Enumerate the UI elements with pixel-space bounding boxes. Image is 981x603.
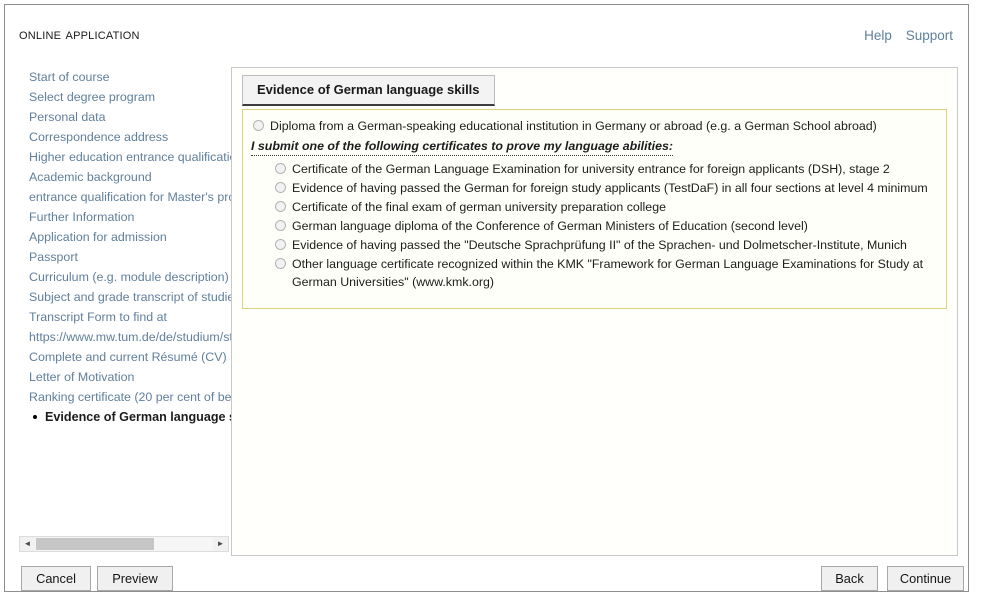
sidebar-item-label: Complete and current Résumé (CV) xyxy=(29,350,227,364)
sidebar-item-3[interactable]: Correspondence address xyxy=(19,127,231,147)
scroll-left-arrow-icon[interactable]: ◄ xyxy=(20,537,35,551)
radio-button-icon[interactable] xyxy=(275,220,286,231)
sidebar-item-label: https://www.mw.tum.de/de/studium/studien… xyxy=(29,330,231,344)
sidebar-item-label: Correspondence address xyxy=(29,130,169,144)
page-header: Online Application Help Support xyxy=(5,5,968,53)
sidebar-nav[interactable]: Start of course Select degree program Pers… xyxy=(19,67,231,529)
sidebar-item-label: Ranking certificate (20 per cent of best… xyxy=(29,390,231,404)
option-label: Diploma from a German-speaking education… xyxy=(270,119,877,133)
sidebar-item-12[interactable]: Transcript Form to find at xyxy=(19,307,231,327)
sidebar-item-11[interactable]: Subject and grade transcript of studies xyxy=(19,287,231,307)
sidebar-item-2[interactable]: Personal data xyxy=(19,107,231,127)
sidebar-item-9[interactable]: Passport xyxy=(19,247,231,267)
certificate-option-row-0[interactable]: Certificate of the German Language Exami… xyxy=(251,160,938,178)
sidebar-item-1[interactable]: Select degree program xyxy=(19,87,231,107)
scroll-right-arrow-icon[interactable]: ► xyxy=(213,537,228,551)
sidebar-item-13[interactable]: https://www.mw.tum.de/de/studium/studien… xyxy=(19,327,231,347)
current-item-bullet-icon xyxy=(33,415,37,419)
certificate-option-row-1[interactable]: Evidence of having passed the German for… xyxy=(251,179,938,197)
sidebar-item-label: Further Information xyxy=(29,210,135,224)
certificate-option-row-5[interactable]: Other language certificate recognized wi… xyxy=(251,255,938,291)
sidebar-item-label: Passport xyxy=(29,250,78,264)
preview-button[interactable]: Preview xyxy=(97,566,173,591)
help-link[interactable]: Help xyxy=(864,28,892,43)
sidebar-item-label: Higher education entrance qualification xyxy=(29,150,231,164)
back-button[interactable]: Back xyxy=(821,566,878,591)
sidebar-item-label: Evidence of German language skills xyxy=(45,410,231,424)
sidebar-item-label: Academic background xyxy=(29,170,152,184)
radio-button-icon[interactable] xyxy=(275,239,286,250)
sidebar-item-label: Subject and grade transcript of studies xyxy=(29,290,231,304)
support-link[interactable]: Support xyxy=(906,28,953,43)
sidebar-item-10[interactable]: Curriculum (e.g. module description) xyxy=(19,267,231,287)
language-evidence-fieldset: Diploma from a German-speaking education… xyxy=(242,109,947,309)
certificate-option-label: Evidence of having passed the German for… xyxy=(292,181,928,195)
sidebar-item-label: entrance qualification for Master's prog… xyxy=(29,190,231,204)
page-title: Online Application xyxy=(19,26,140,43)
sidebar-item-6[interactable]: entrance qualification for Master's prog… xyxy=(19,187,231,207)
certificate-option-label: Evidence of having passed the "Deutsche … xyxy=(292,238,907,252)
header-links: Help Support xyxy=(854,28,953,43)
main-content-panel: Evidence of German language skills Diplo… xyxy=(231,67,958,556)
certificate-option-row-2[interactable]: Certificate of the final exam of german … xyxy=(251,198,938,216)
tab-evidence-of-german-language-skills[interactable]: Evidence of German language skills xyxy=(242,75,495,106)
sidebar-item-label: Personal data xyxy=(29,110,106,124)
radio-button-icon[interactable] xyxy=(275,258,286,269)
sidebar-item-0[interactable]: Start of course xyxy=(19,67,231,87)
sidebar-item-label: Application for admission xyxy=(29,230,167,244)
scrollbar-thumb[interactable] xyxy=(36,538,154,550)
certificate-option-list: Certificate of the German Language Exami… xyxy=(251,160,938,291)
sidebar-item-label: Curriculum (e.g. module description) xyxy=(29,270,229,284)
certificate-option-row-4[interactable]: Evidence of having passed the "Deutsche … xyxy=(251,236,938,254)
sidebar-item-label: Letter of Motivation xyxy=(29,370,135,384)
certificate-option-label: Certificate of the final exam of german … xyxy=(292,200,666,214)
sidebar-item-label: Transcript Form to find at xyxy=(29,310,167,324)
sidebar-item-17[interactable]: Evidence of German language skills xyxy=(19,407,231,427)
radio-button-icon[interactable] xyxy=(275,163,286,174)
application-window: Online Application Help Support Start of… xyxy=(4,4,969,592)
certificate-option-label: Other language certificate recognized wi… xyxy=(292,257,924,289)
sidebar-item-14[interactable]: Complete and current Résumé (CV) xyxy=(19,347,231,367)
radio-button-icon[interactable] xyxy=(275,201,286,212)
continue-button[interactable]: Continue xyxy=(887,566,964,591)
sidebar-item-7[interactable]: Further Information xyxy=(19,207,231,227)
certificate-option-row-3[interactable]: German language diploma of the Conferenc… xyxy=(251,217,938,235)
sidebar-horizontal-scrollbar[interactable]: ◄ ► xyxy=(19,536,229,552)
sidebar-item-16[interactable]: Ranking certificate (20 per cent of best… xyxy=(19,387,231,407)
sidebar-item-4[interactable]: Higher education entrance qualification xyxy=(19,147,231,167)
cancel-button[interactable]: Cancel xyxy=(21,566,91,591)
radio-button-icon[interactable] xyxy=(253,120,264,131)
sidebar-item-label: Select degree program xyxy=(29,90,156,104)
certificate-option-label: Certificate of the German Language Exami… xyxy=(292,162,890,176)
sidebar-item-15[interactable]: Letter of Motivation xyxy=(19,367,231,387)
sidebar-item-8[interactable]: Application for admission xyxy=(19,227,231,247)
submit-certificates-heading: I submit one of the following certificat… xyxy=(251,138,674,156)
certificate-option-label: German language diploma of the Conferenc… xyxy=(292,219,808,233)
sidebar-item-label: Start of course xyxy=(29,70,110,84)
option-row-diploma[interactable]: Diploma from a German-speaking education… xyxy=(251,117,938,135)
sidebar-item-5[interactable]: Academic background xyxy=(19,167,231,187)
radio-button-icon[interactable] xyxy=(275,182,286,193)
